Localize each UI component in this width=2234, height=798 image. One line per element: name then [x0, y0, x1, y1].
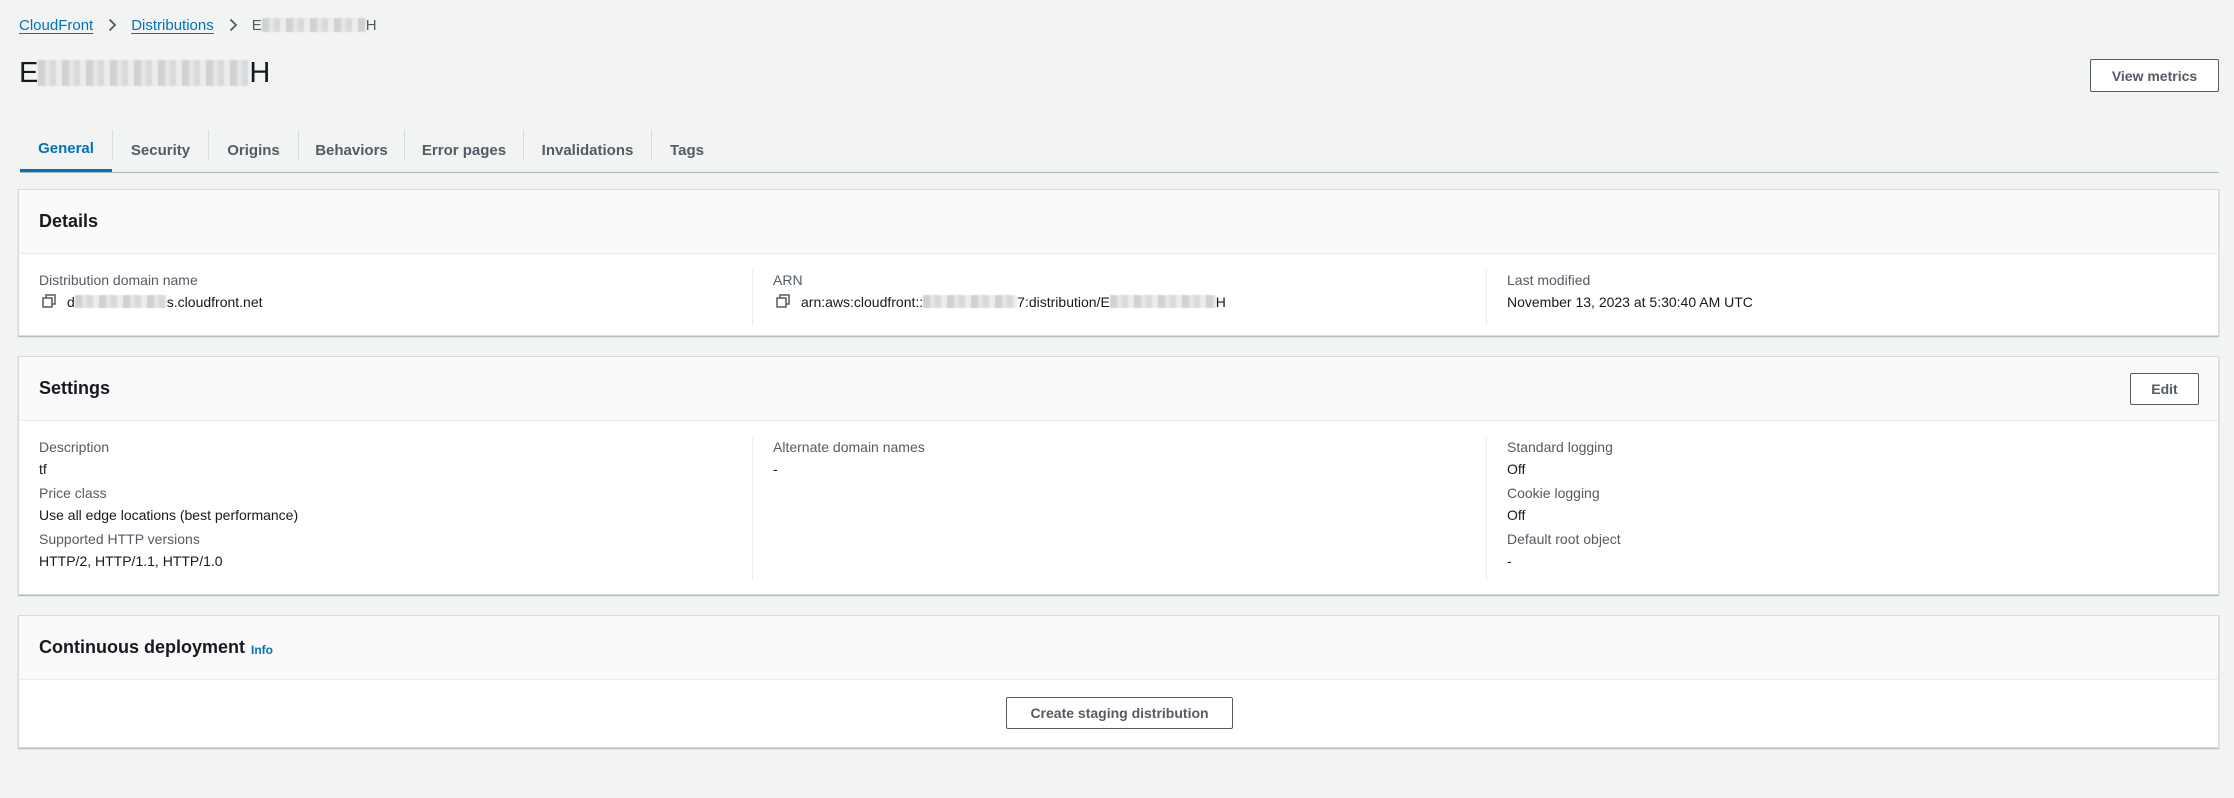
arn-label: ARN [773, 272, 803, 288]
column-divider [1486, 437, 1487, 580]
default-root-label: Default root object [1507, 531, 1621, 547]
tab-error-pages[interactable]: Error pages [405, 128, 523, 172]
modified-label: Last modified [1507, 272, 1591, 288]
redacted-text [923, 295, 1018, 308]
description-value: tf [39, 461, 47, 477]
column-divider [1486, 270, 1487, 326]
settings-header: Settings [19, 357, 2218, 421]
view-metrics-button[interactable]: View metrics [2090, 59, 2219, 92]
chevron-right-icon [105, 18, 119, 32]
details-arn: ARN arn:aws:cloudfront:: 7:distribution/… [773, 271, 1473, 317]
tab-invalidations[interactable]: Invalidations [524, 128, 651, 172]
domain-prefix: d [67, 294, 75, 310]
domain-value: d s.cloudfront.net [39, 289, 739, 317]
tab-bar: General Security Origins Behaviors Error… [20, 128, 2219, 173]
column-divider [752, 270, 753, 326]
continuous-deployment-panel: Continuous deployment Info Create stagin… [18, 615, 2219, 748]
details-modified: Last modified November 13, 2023 at 5:30:… [1507, 271, 2207, 317]
page-title-suffix: H [249, 56, 271, 89]
details-body: Distribution domain name d s.cloudfront.… [19, 254, 2218, 336]
cookie-logging-label: Cookie logging [1507, 485, 1600, 501]
tab-behaviors[interactable]: Behaviors [299, 128, 404, 172]
details-header: Details [19, 190, 2218, 254]
price-class-label: Price class [39, 485, 107, 501]
settings-title: Settings [39, 378, 111, 398]
copy-icon[interactable] [775, 293, 791, 309]
settings-col-2: Alternate domain names - [773, 438, 1473, 484]
breadcrumb: CloudFront Distributions E H [19, 15, 377, 35]
details-title: Details [39, 211, 99, 231]
tab-general[interactable]: General [20, 128, 112, 172]
redacted-text [1109, 295, 1216, 308]
breadcrumb-distributions[interactable]: Distributions [131, 17, 214, 34]
breadcrumb-current-prefix: E [251, 16, 262, 34]
tab-tags[interactable]: Tags [652, 128, 722, 172]
alt-domain-label: Alternate domain names [773, 439, 925, 455]
arn-prefix: arn:aws:cloudfront:: [801, 294, 924, 310]
info-link[interactable]: Info [251, 643, 273, 657]
tab-security[interactable]: Security [113, 128, 208, 172]
redacted-text [261, 18, 366, 32]
cookie-logging-value: Off [1507, 507, 1526, 523]
copy-icon[interactable] [41, 293, 57, 309]
domain-suffix: s.cloudfront.net [166, 294, 263, 310]
alt-domain-value: - [773, 461, 778, 477]
http-versions-value: HTTP/2, HTTP/1.1, HTTP/1.0 [39, 553, 223, 569]
column-divider [752, 437, 753, 580]
continuous-title: Continuous deployment [39, 637, 245, 657]
tab-origins[interactable]: Origins [209, 128, 298, 172]
domain-label: Distribution domain name [39, 272, 198, 288]
chevron-right-icon [226, 18, 240, 32]
http-versions-label: Supported HTTP versions [39, 531, 200, 547]
settings-panel: Settings Edit Description tf Price class… [18, 356, 2219, 595]
description-label: Description [39, 439, 110, 455]
standard-logging-label: Standard logging [1507, 439, 1613, 455]
standard-logging-value: Off [1507, 461, 1526, 477]
create-staging-button[interactable]: Create staging distribution [1006, 697, 1233, 729]
page-title: E H [19, 54, 270, 92]
modified-value: November 13, 2023 at 5:30:40 AM UTC [1507, 294, 1753, 310]
default-root-value: - [1507, 553, 1512, 569]
redacted-text [74, 295, 167, 308]
settings-col-1: Description tf Price class Use all edge … [39, 438, 739, 576]
price-class-value: Use all edge locations (best performance… [39, 507, 299, 523]
page-title-prefix: E [19, 56, 39, 89]
details-panel: Details Distribution domain name d s.clo… [18, 189, 2219, 336]
breadcrumb-current: E H [252, 17, 377, 34]
redacted-text [38, 60, 250, 86]
arn-middle: 7:distribution/E [1017, 294, 1110, 310]
breadcrumb-cloudfront[interactable]: CloudFront [19, 17, 93, 34]
arn-suffix: H [1215, 294, 1226, 310]
details-domain: Distribution domain name d s.cloudfront.… [39, 271, 739, 317]
edit-settings-button[interactable]: Edit [2130, 373, 2199, 405]
settings-body: Description tf Price class Use all edge … [19, 421, 2218, 595]
settings-col-3: Standard logging Off Cookie logging Off … [1507, 438, 2207, 576]
breadcrumb-current-suffix: H [365, 16, 377, 34]
continuous-header: Continuous deployment Info [19, 616, 2218, 680]
arn-value: arn:aws:cloudfront:: 7:distribution/E H [773, 289, 1473, 317]
